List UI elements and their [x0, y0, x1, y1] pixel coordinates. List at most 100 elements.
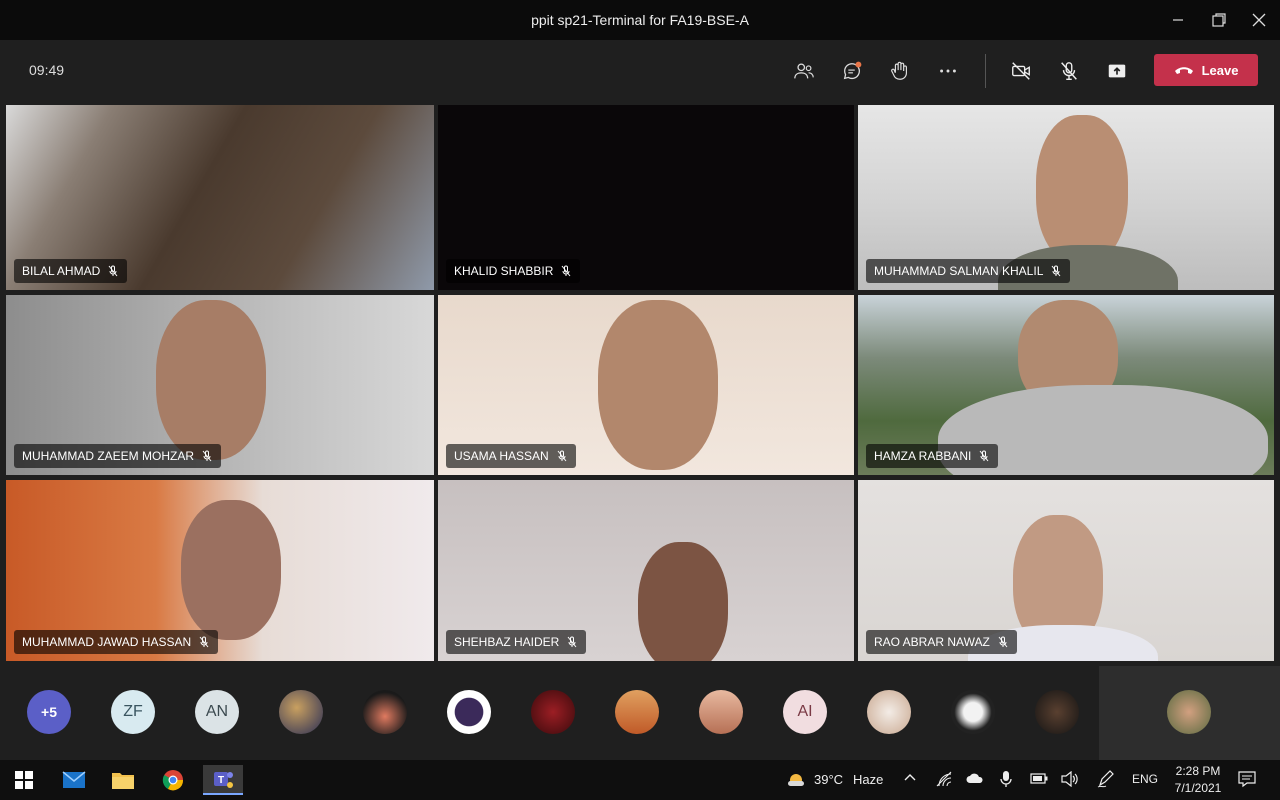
toolbar-divider: [985, 54, 986, 88]
maximize-button[interactable]: [1203, 8, 1235, 32]
chrome-icon: [162, 770, 184, 791]
volume-icon[interactable]: [1061, 770, 1079, 790]
folder-icon: [112, 773, 134, 789]
avatar[interactable]: [279, 690, 323, 734]
participant-video: [181, 500, 281, 640]
meeting-timer: 09:49: [29, 62, 65, 78]
avatar[interactable]: [615, 690, 659, 734]
mic-muted-icon: [557, 450, 567, 462]
file-explorer-button[interactable]: [103, 765, 143, 795]
participant-nametag: KHALID SHABBIR: [446, 259, 581, 283]
participant-video: [1036, 115, 1128, 265]
video-grid: BILAL AHMAD KHALID SHABBIR MUHAMMAD SALM…: [6, 105, 1274, 661]
window-title: ppit sp21-Terminal for FA19-BSE-A: [531, 12, 749, 28]
pen-workspace-icon[interactable]: [1097, 770, 1115, 791]
camera-toggle-button[interactable]: [1004, 56, 1038, 86]
minimize-button[interactable]: [1162, 8, 1194, 32]
weather-condition[interactable]: Haze: [853, 772, 883, 787]
minimize-icon: [1173, 19, 1183, 21]
teams-button[interactable]: T: [203, 765, 243, 795]
more-participants-button[interactable]: +5: [27, 690, 71, 734]
mail-app-button[interactable]: [54, 765, 94, 795]
avatar[interactable]: AN: [195, 690, 239, 734]
share-tray-icon: [1108, 64, 1126, 78]
battery-icon[interactable]: [1030, 773, 1048, 787]
video-tile[interactable]: MUHAMMAD JAWAD HASSAN: [6, 480, 434, 661]
leave-button[interactable]: Leave: [1154, 54, 1258, 86]
close-button[interactable]: [1243, 8, 1275, 32]
teams-icon: T: [214, 772, 233, 788]
svg-text:T: T: [218, 775, 224, 786]
chevron-up-icon[interactable]: [903, 771, 917, 788]
participant-nametag: MUHAMMAD JAWAD HASSAN: [14, 630, 219, 654]
participant-name: HAMZA RABBANI: [874, 449, 972, 463]
participant-name: RAO ABRAR NAWAZ: [874, 635, 990, 649]
mic-muted-icon: [202, 450, 212, 462]
start-button[interactable]: [4, 765, 44, 795]
mic-muted-icon: [108, 265, 118, 277]
video-tile[interactable]: RAO ABRAR NAWAZ: [858, 480, 1274, 661]
participant-nametag: SHEHBAZ HAIDER: [446, 630, 587, 654]
weather-icon: [786, 770, 806, 793]
mic-muted-icon: [199, 636, 209, 648]
mail-icon: [62, 771, 86, 788]
participant-nametag: MUHAMMAD SALMAN KHALIL: [866, 259, 1071, 283]
avatar[interactable]: ZF: [111, 690, 155, 734]
mic-muted-icon: [1051, 265, 1061, 277]
reactions-button[interactable]: [883, 56, 917, 86]
avatar[interactable]: [447, 690, 491, 734]
avatar[interactable]: [363, 690, 407, 734]
title-bar: ppit sp21-Terminal for FA19-BSE-A: [0, 0, 1280, 40]
clock-date: 7/1/2021: [1174, 781, 1222, 795]
participant-nametag: MUHAMMAD ZAEEM MOHZAR: [14, 444, 221, 468]
clock-time: 2:28 PM: [1175, 764, 1221, 778]
mic-muted-icon: [561, 265, 571, 277]
raise-hand-icon: [891, 61, 908, 80]
people-icon: [794, 63, 814, 79]
video-tile[interactable]: KHALID SHABBIR: [438, 105, 854, 290]
video-tile[interactable]: MUHAMMAD ZAEEM MOHZAR: [6, 295, 434, 475]
mic-off-icon: [1061, 62, 1077, 80]
avatar[interactable]: [951, 690, 995, 734]
video-tile[interactable]: MUHAMMAD SALMAN KHALIL: [858, 105, 1274, 290]
participants-button[interactable]: [787, 56, 821, 86]
clock[interactable]: 2:28 PM 7/1/2021: [1168, 764, 1228, 795]
language-indicator[interactable]: ENG: [1132, 772, 1158, 786]
mic-toggle-button[interactable]: [1052, 56, 1086, 86]
video-tile[interactable]: HAMZA RABBANI: [858, 295, 1274, 475]
video-tile[interactable]: SHEHBAZ HAIDER: [438, 480, 854, 661]
participant-nametag: USAMA HASSAN: [446, 444, 576, 468]
participant-nametag: RAO ABRAR NAWAZ: [866, 630, 1017, 654]
share-content-button[interactable]: [1100, 56, 1134, 86]
avatar[interactable]: [1035, 690, 1079, 734]
participant-nametag: HAMZA RABBANI: [866, 444, 999, 468]
network-icon[interactable]: [936, 771, 952, 790]
more-actions-button[interactable]: [931, 56, 965, 86]
video-tile[interactable]: USAMA HASSAN: [438, 295, 854, 475]
participant-name: MUHAMMAD JAWAD HASSAN: [22, 635, 192, 649]
weather-temperature[interactable]: 39°C: [814, 772, 843, 787]
windows-icon: [15, 771, 33, 789]
camera-off-icon: [1012, 62, 1030, 80]
avatar[interactable]: [867, 690, 911, 734]
mic-muted-icon: [998, 636, 1008, 648]
onedrive-icon[interactable]: [966, 772, 984, 787]
mic-muted-icon: [567, 636, 577, 648]
microphone-icon[interactable]: [999, 770, 1013, 791]
chat-button[interactable]: [835, 56, 869, 86]
self-preview: [1099, 666, 1280, 760]
meeting-toolbar: 09:49 Leave: [0, 40, 1280, 102]
video-tile[interactable]: BILAL AHMAD: [6, 105, 434, 290]
participant-name: USAMA HASSAN: [454, 449, 549, 463]
avatar[interactable]: AI: [783, 690, 827, 734]
avatar[interactable]: [1167, 690, 1211, 734]
participant-video: [638, 542, 728, 661]
restore-icon: [1212, 13, 1226, 27]
chrome-button[interactable]: [153, 765, 193, 795]
avatar[interactable]: [531, 690, 575, 734]
participant-name: SHEHBAZ HAIDER: [454, 635, 560, 649]
avatar[interactable]: [699, 690, 743, 734]
participant-name: MUHAMMAD ZAEEM MOHZAR: [22, 449, 194, 463]
participant-strip: +5 ZF AN AI: [0, 662, 1280, 760]
notification-icon[interactable]: [1238, 770, 1256, 791]
